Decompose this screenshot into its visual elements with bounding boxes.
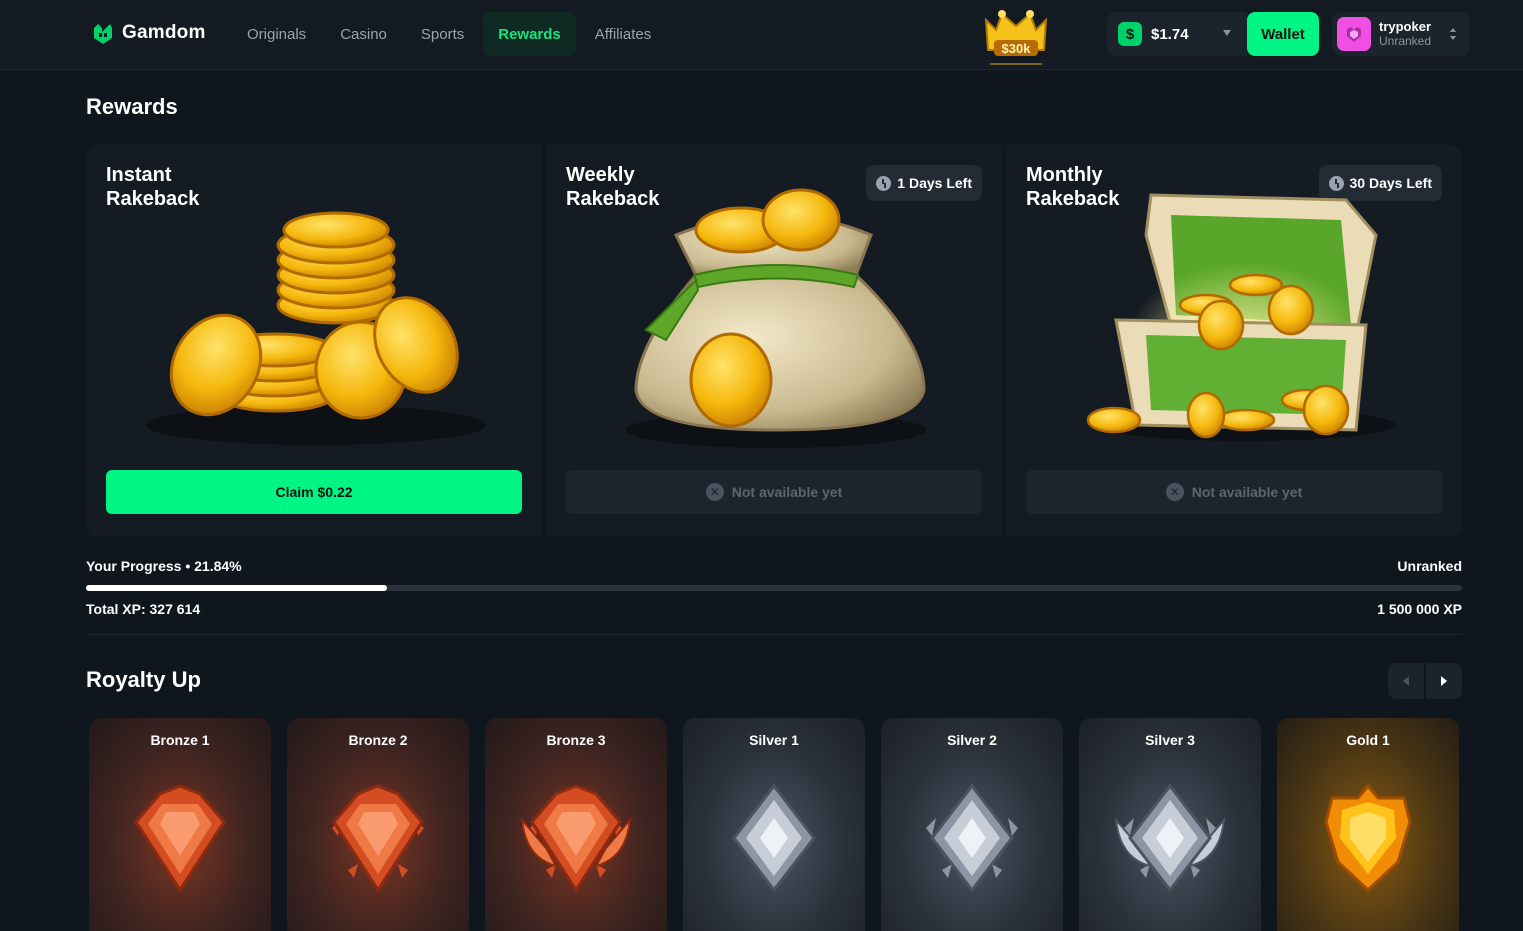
sort-arrows-icon <box>1450 28 1456 40</box>
nav-sports[interactable]: Sports <box>406 12 479 56</box>
close-icon: ✕ <box>1165 483 1184 501</box>
gold-rank-badge-icon <box>1324 783 1412 893</box>
weekly-rakeback-card: Weekly Rakeback 1 Days Left ✕ Not availa… <box>546 145 1002 537</box>
progress-label: Your Progress • 21.84% <box>86 558 242 574</box>
silver-rank-badge-icon <box>732 783 816 893</box>
tier-name: Bronze 3 <box>546 732 606 748</box>
coin-stack-icon <box>146 211 486 445</box>
total-xp: Total XP: 327 614 <box>86 601 201 617</box>
username: trypoker <box>1379 19 1432 34</box>
chevron-right-icon <box>1441 676 1447 686</box>
gamdom-logo-icon <box>94 24 112 44</box>
user-rank: Unranked <box>1379 34 1432 48</box>
tier-card[interactable]: Silver 3 <box>1079 718 1261 931</box>
not-available-label: Not available yet <box>731 484 843 500</box>
tier-name: Silver 1 <box>749 732 799 748</box>
promo-label: $30k <box>1002 41 1032 56</box>
current-rank: Unranked <box>1397 558 1462 574</box>
section-divider <box>86 634 1462 635</box>
tier-name: Bronze 1 <box>150 732 210 748</box>
tier-card[interactable]: Bronze 3 <box>485 718 667 931</box>
not-available-button: ✕ Not available yet <box>1026 470 1442 514</box>
user-menu[interactable]: trypoker Unranked <box>1332 12 1470 56</box>
top-bar: Gamdom Originals Casino Sports Rewards A… <box>0 0 1523 70</box>
bronze-rank-badge-icon <box>332 784 424 893</box>
dollar-icon: $ <box>1118 22 1142 46</box>
chevron-left-icon <box>1403 676 1409 686</box>
silver-rank-badge-icon <box>1114 783 1226 893</box>
bronze-rank-badge-icon <box>134 784 226 893</box>
avatar <box>1337 17 1371 51</box>
nav-affiliates[interactable]: Affiliates <box>580 12 666 56</box>
nav-casino[interactable]: Casino <box>325 12 402 56</box>
tier-name: Bronze 2 <box>348 732 408 748</box>
balance-selector[interactable]: $ $1.74 <box>1107 12 1247 56</box>
tier-name: Gold 1 <box>1346 732 1390 748</box>
silver-rank-badge-icon <box>926 783 1018 893</box>
progress-footer: Total XP: 327 614 1 500 000 XP <box>86 601 1462 617</box>
tier-carousel: Bronze 1 Bronze 2 Bronze 3 Silver 1 Silver 2… <box>89 718 1459 931</box>
page-title: Rewards <box>86 94 178 119</box>
carousel-prev-button[interactable] <box>1388 663 1424 699</box>
tier-card[interactable]: Silver 2 <box>881 718 1063 931</box>
tier-card[interactable]: Bronze 2 <box>287 718 469 931</box>
not-available-label: Not available yet <box>1191 484 1303 500</box>
promo-crown-icon[interactable]: $30k <box>978 6 1054 68</box>
progress-header: Your Progress • 21.84% Unranked <box>86 558 1462 574</box>
claim-button[interactable]: Claim $0.22 <box>106 470 522 514</box>
wallet-button[interactable]: Wallet <box>1247 12 1319 56</box>
tier-name: Silver 3 <box>1145 732 1195 748</box>
rakeback-cards: Instant Rakeback Claim $0.22 Weekly Rake… <box>86 145 1462 537</box>
chevron-down-icon <box>1223 30 1231 36</box>
tier-card[interactable]: Bronze 1 <box>89 718 271 931</box>
brand-logo[interactable]: Gamdom <box>92 20 206 46</box>
main-nav: Originals Casino Sports Rewards Affiliat… <box>232 12 666 56</box>
carousel-controls <box>1388 663 1462 699</box>
not-available-button: ✕ Not available yet <box>566 470 982 514</box>
tier-card[interactable]: Gold 1 <box>1277 718 1459 931</box>
close-icon: ✕ <box>705 483 724 501</box>
nav-originals[interactable]: Originals <box>232 12 321 56</box>
treasure-chest-icon <box>1086 193 1396 441</box>
target-xp: 1 500 000 XP <box>1377 601 1462 617</box>
carousel-next-button[interactable] <box>1426 663 1462 699</box>
nav-rewards[interactable]: Rewards <box>483 12 576 56</box>
balance-amount: $1.74 <box>1151 25 1189 43</box>
tier-card[interactable]: Silver 1 <box>683 718 865 931</box>
coin-bag-icon <box>626 188 926 448</box>
instant-rakeback-card: Instant Rakeback Claim $0.22 <box>86 145 542 537</box>
royalty-up-title: Royalty Up <box>86 667 201 692</box>
rank-shield-icon <box>1347 27 1361 42</box>
bronze-rank-badge-icon <box>520 784 632 893</box>
progress-bar <box>86 585 1462 591</box>
tier-name: Silver 2 <box>947 732 997 748</box>
brand-name: Gamdom <box>122 22 206 43</box>
progress-bar-fill <box>86 585 387 591</box>
monthly-rakeback-card: Monthly Rakeback 30 Days Left ✕ Not avai… <box>1006 145 1462 537</box>
